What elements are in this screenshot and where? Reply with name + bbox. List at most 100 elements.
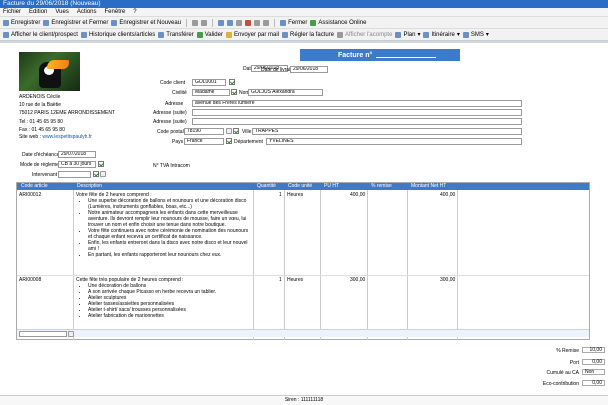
deposit-icon <box>337 31 344 38</box>
due-date-field[interactable]: 29/07/2018 <box>58 151 96 158</box>
col-quantity[interactable]: Quantité <box>255 183 276 190</box>
intervenant-check[interactable] <box>93 171 99 177</box>
grid-col-divider <box>253 190 254 340</box>
map-icon <box>395 31 402 38</box>
cumul-select[interactable]: Non <box>582 369 605 375</box>
discount-label: % Remise <box>556 348 579 354</box>
civility-label: Civilité <box>172 90 187 96</box>
country-select[interactable]: France <box>184 138 224 145</box>
invoice-number-field[interactable] <box>376 53 437 58</box>
copy-icon[interactable] <box>254 19 261 26</box>
row-description-list: Une superbe décoration de ballons et nou… <box>88 198 251 258</box>
sms-button[interactable]: SMS ▾ <box>462 31 489 38</box>
save-close-button[interactable]: Enregistrer et Fermer <box>43 19 108 26</box>
menu-fichier[interactable]: Fichier <box>3 9 21 15</box>
grid-header: Code article Description Quantité Code u… <box>17 183 589 190</box>
department-field[interactable]: YVELINES <box>266 138 522 145</box>
assistance-button[interactable]: Assistance Online <box>310 19 366 26</box>
postal-code-check[interactable] <box>233 128 239 134</box>
shipping-label: Port <box>569 360 579 366</box>
client-icon <box>3 31 9 38</box>
col-description[interactable]: Description <box>75 183 102 190</box>
address3-field[interactable] <box>192 118 522 125</box>
new-line-row[interactable] <box>17 329 589 337</box>
menu-bar: Fichier Edition Vues Actions Fenêtre ? <box>0 8 608 17</box>
eco-field[interactable]: 0,00 <box>582 380 605 386</box>
save-new-button[interactable]: Enregistrer et Nouveau <box>111 19 181 26</box>
address-field[interactable]: avenue des Frères lumière <box>192 100 522 107</box>
print-icon[interactable] <box>192 19 199 26</box>
itinerary-button[interactable]: Itinéraire ▾ <box>423 31 460 38</box>
menu-vues[interactable]: Vues <box>55 9 68 15</box>
client-code-label: Code client <box>160 80 186 86</box>
menu-edition[interactable]: Edition <box>29 9 47 15</box>
transfer-icon <box>158 31 165 38</box>
new-line-code-input[interactable] <box>19 331 67 337</box>
company-tel: Tel : 01 45 65 95 80 <box>19 119 63 125</box>
search-icon[interactable] <box>100 171 106 177</box>
col-net-total[interactable]: Montant Net HT <box>409 183 446 190</box>
cut-icon[interactable] <box>236 19 243 26</box>
civility-select[interactable]: Madame <box>192 89 230 96</box>
toucan-beak <box>47 60 69 69</box>
delivery-field[interactable]: 29/06/2018 <box>290 66 328 73</box>
name-field[interactable]: GOLJUS Alexandra <box>248 89 323 96</box>
menu-actions[interactable]: Actions <box>77 9 97 15</box>
grid-col-divider <box>73 190 74 340</box>
settle-button[interactable]: Régler la facture <box>282 31 334 38</box>
payment-mode-check[interactable] <box>98 161 104 167</box>
col-code[interactable]: Code article <box>19 183 48 190</box>
show-client-button[interactable]: Afficher le client/prospect <box>3 31 78 38</box>
row-net-total: 400,00 <box>440 192 456 198</box>
grid-col-divider <box>320 190 321 340</box>
redo-icon[interactable] <box>227 19 234 26</box>
toolbar-divider <box>186 18 188 27</box>
shipping-field[interactable]: 0,00 <box>582 359 605 365</box>
cumul-label: Cumulé au CA <box>546 370 579 376</box>
country-label: Pays <box>172 139 184 145</box>
invoice-lines-grid: Code article Description Quantité Code u… <box>16 182 590 340</box>
postal-code-field[interactable]: 78190 <box>184 128 224 135</box>
save-button[interactable]: Enregistrer <box>3 19 40 26</box>
plan-button[interactable]: Plan ▾ <box>395 31 420 38</box>
country-check[interactable] <box>226 138 232 144</box>
grid-col-divider <box>284 190 285 340</box>
intervenant-label: Intervenant <box>32 172 58 178</box>
delete-icon[interactable] <box>245 19 252 26</box>
row-description-list: Une décoration de ballons A son arrivée … <box>88 283 251 319</box>
col-unit-price[interactable]: PU HT <box>322 183 339 190</box>
payment-mode-select[interactable]: CB à 30 jours <box>58 161 96 168</box>
email-button[interactable]: Envoyer par mail <box>225 31 279 38</box>
row-code: ARI00012 <box>19 192 42 198</box>
menu-fenetre[interactable]: Fenêtre <box>105 9 126 15</box>
grid-col-divider <box>367 190 368 340</box>
discount-field[interactable]: 10,00 <box>582 347 605 353</box>
col-unit[interactable]: Code unité <box>286 183 312 190</box>
postal-code-picker[interactable] <box>226 128 232 134</box>
deposit-button[interactable]: Afficher l'acompte <box>337 31 392 38</box>
row-quantity: 1 <box>279 192 282 198</box>
save-icon <box>3 19 9 26</box>
undo-icon[interactable] <box>218 19 225 26</box>
validate-button[interactable]: Valider <box>196 31 223 38</box>
check-icon <box>196 31 203 38</box>
client-code-check[interactable] <box>229 79 235 85</box>
close-button[interactable]: Fermer <box>280 19 307 26</box>
history-button[interactable]: Historique clients/articles <box>80 31 155 38</box>
intervenant-select[interactable] <box>58 171 91 178</box>
client-code-field[interactable]: GOL0001 <box>192 79 226 86</box>
chevron-down-icon: ▾ <box>485 32 489 38</box>
row-unit: Heures <box>287 277 304 283</box>
address2-field[interactable] <box>192 109 522 116</box>
preview-icon[interactable] <box>201 19 208 26</box>
city-field[interactable]: TRAPPES <box>252 128 522 135</box>
chevron-down-icon: ▾ <box>456 32 460 38</box>
col-discount[interactable]: % remise <box>369 183 392 190</box>
transfer-button[interactable]: Transférer <box>158 31 194 38</box>
paste-icon[interactable] <box>263 19 270 26</box>
company-site-link[interactable]: www.lespetitspaulyh.fr <box>42 134 91 140</box>
menu-help[interactable]: ? <box>133 9 136 15</box>
company-street: 10 rue de la Baëtie <box>19 102 61 108</box>
civility-check[interactable] <box>231 89 237 95</box>
chevron-down-icon[interactable] <box>68 331 74 337</box>
